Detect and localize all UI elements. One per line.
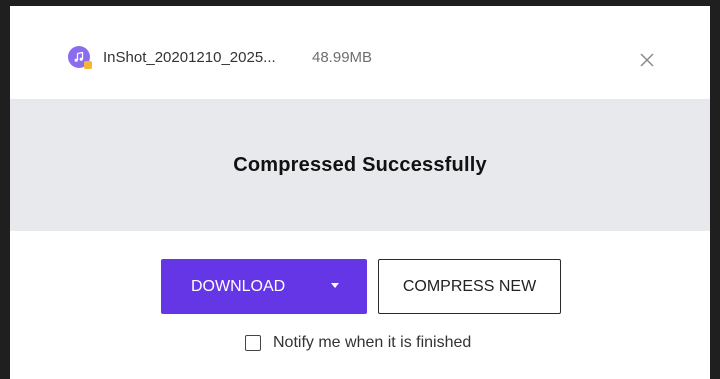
file-info-row: InShot_20201210_2025... 48.99MB xyxy=(10,6,710,99)
chevron-down-icon[interactable] xyxy=(331,283,339,288)
file-badge-icon xyxy=(84,61,92,69)
compress-new-button[interactable]: COMPRESS NEW xyxy=(378,259,561,314)
music-file-icon xyxy=(68,46,92,69)
status-banner: Compressed Successfully xyxy=(10,99,710,231)
notify-label: Notify me when it is finished xyxy=(273,334,472,351)
notify-checkbox[interactable] xyxy=(245,335,261,351)
file-name: InShot_20201210_2025... xyxy=(103,49,276,66)
status-message: Compressed Successfully xyxy=(233,153,487,176)
compression-result-panel: InShot_20201210_2025... 48.99MB Compress… xyxy=(10,6,710,379)
download-button[interactable]: DOWNLOAD xyxy=(161,259,367,314)
window-frame: InShot_20201210_2025... 48.99MB Compress… xyxy=(0,0,720,379)
download-button-label: DOWNLOAD xyxy=(191,278,286,295)
notify-option[interactable]: Notify me when it is finished xyxy=(245,332,471,354)
file-size: 48.99MB xyxy=(312,49,373,66)
close-button[interactable] xyxy=(637,50,657,70)
close-icon xyxy=(640,53,654,67)
